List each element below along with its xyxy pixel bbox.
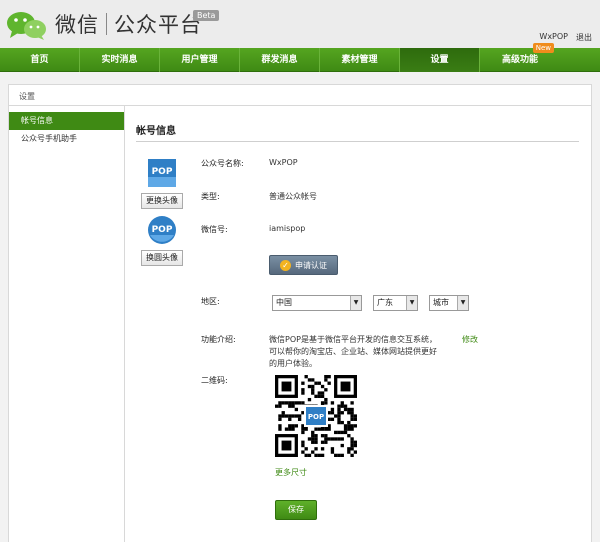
name-label: 公众号名称: (201, 159, 244, 168)
name-value: WxPOP (269, 158, 298, 167)
type-label: 类型: (201, 192, 220, 201)
main-panel: 帐号信息 公众号手机助手 帐号信息 POP 更换头像 POP 换圆头像 公众号名… (8, 106, 592, 542)
city-value: 城市 (433, 298, 449, 307)
qr-code: POP (275, 375, 357, 457)
qr-logo-text: POP (308, 413, 324, 421)
content: 帐号信息 POP 更换头像 POP 换圆头像 公众号名称: WxPOP 类型: … (126, 106, 591, 542)
nav-label: 设置 (430, 55, 449, 65)
qr-label: 二维码: (201, 376, 228, 385)
change-avatar-button[interactable]: 更换头像 (141, 193, 183, 209)
change-round-avatar-button[interactable]: 换圆头像 (141, 250, 183, 266)
intro-line-3: 的用户体验。 (269, 359, 317, 368)
save-button[interactable]: 保存 (275, 500, 317, 520)
nav-label: 群发消息 (261, 55, 298, 65)
nav-item-users[interactable]: 用户管理 (160, 48, 240, 72)
province-select[interactable]: 广东 ▼ (373, 295, 418, 311)
nav-item-broadcast[interactable]: 群发消息 (240, 48, 320, 72)
intro-line-1: 微信POP是基于微信平台开发的信息交互系统， (269, 335, 437, 344)
sidebar: 帐号信息 公众号手机助手 (9, 106, 125, 542)
nav-label: 素材管理 (341, 55, 378, 65)
user-links: WxPOP 退出 (539, 32, 592, 43)
nav-label: 首页 (30, 55, 49, 65)
city-select[interactable]: 城市 ▼ (429, 295, 469, 311)
country-select[interactable]: 中国 ▼ (272, 295, 362, 311)
chevron-down-icon: ▼ (406, 296, 417, 310)
nav-label: 实时消息 (101, 55, 138, 65)
region-label: 地区: (201, 297, 220, 306)
more-sizes-link[interactable]: 更多尺寸 (275, 467, 307, 478)
nav-item-advanced[interactable]: 高级功能 New (480, 43, 560, 72)
nav-label: 高级功能 (501, 55, 538, 65)
sidebar-item-mobile-assistant[interactable]: 公众号手机助手 (9, 130, 124, 148)
main-nav: 首页 实时消息 用户管理 群发消息 素材管理 设置 高级功能 New (0, 43, 600, 72)
chevron-down-icon: ▼ (457, 296, 468, 310)
wechat-id-value: iamispop (269, 224, 306, 233)
chevron-down-icon: ▼ (350, 296, 361, 310)
breadcrumb-text: 设置 (19, 92, 35, 101)
brand: 微信 公众平台 (55, 9, 202, 39)
header: 微信 公众平台 Beta WxPOP 退出 (0, 0, 600, 48)
square-avatar: POP (148, 159, 176, 187)
wechat-logo-icon (7, 12, 46, 40)
apply-verification-label: 申请认证 (295, 260, 327, 270)
brand-sub: 公众平台 (114, 13, 202, 37)
section-title: 帐号信息 (136, 126, 176, 137)
beta-badge: Beta (193, 10, 220, 21)
nav-item-home[interactable]: 首页 (0, 48, 80, 72)
apply-verification-button[interactable]: ✓ 申请认证 (269, 255, 338, 275)
logout-link[interactable]: 退出 (576, 32, 592, 43)
check-icon: ✓ (280, 259, 291, 271)
edit-intro-link[interactable]: 修改 (462, 334, 478, 345)
type-value: 普通公众帐号 (269, 192, 317, 201)
nav-item-messages[interactable]: 实时消息 (80, 48, 160, 72)
sidebar-item-account-info[interactable]: 帐号信息 (9, 112, 124, 130)
new-badge: New (532, 43, 554, 53)
wechat-id-label: 微信号: (201, 225, 228, 234)
brand-main: 微信 (55, 13, 99, 37)
breadcrumb: 设置 (8, 84, 592, 106)
country-value: 中国 (276, 298, 292, 307)
province-value: 广东 (377, 298, 393, 307)
intro-label: 功能介绍: (201, 335, 236, 344)
round-avatar: POP (148, 216, 176, 244)
nav-item-materials[interactable]: 素材管理 (320, 48, 400, 72)
nav-label: 用户管理 (181, 55, 218, 65)
username-link[interactable]: WxPOP (539, 32, 568, 43)
brand-divider (106, 13, 107, 35)
title-divider (136, 141, 579, 142)
intro-line-2: 可以帮你的淘宝店、企业站、媒体网站提供更好 (269, 347, 437, 356)
avatar-text: POP (152, 167, 173, 177)
sidebar-item-label: 公众号手机助手 (21, 134, 77, 143)
nav-item-settings[interactable]: 设置 (400, 48, 480, 72)
sidebar-item-label: 帐号信息 (21, 116, 53, 125)
avatar-text: POP (152, 225, 173, 235)
